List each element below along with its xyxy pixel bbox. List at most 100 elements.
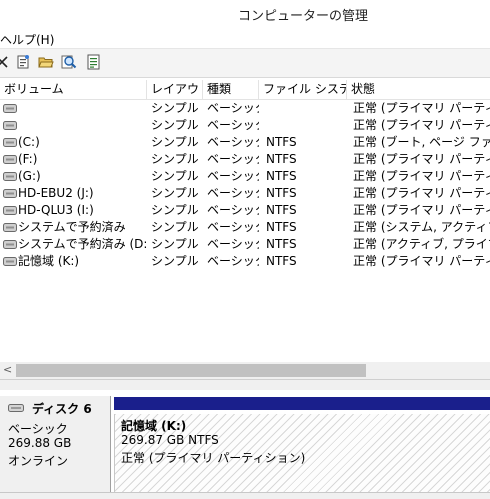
- cell-type: ベーシック: [207, 237, 259, 251]
- cell-volume: [18, 100, 146, 117]
- menu-help[interactable]: ヘルプ(H): [0, 31, 54, 48]
- toolbar: [0, 49, 490, 78]
- volume-icon: [3, 206, 17, 215]
- volume-icon: [3, 121, 17, 130]
- table-row[interactable]: システムで予約済み シンプルベーシック NTFS 正常 (システム, アクティブ, プ: [0, 219, 490, 236]
- open-folder-icon[interactable]: [38, 54, 54, 70]
- cell-volume: (G:): [18, 169, 41, 183]
- table-row[interactable]: シンプルベーシック 正常 (プライマリ パーティション: [0, 117, 490, 134]
- cell-filesystem: NTFS: [266, 186, 297, 200]
- table-row[interactable]: (G:) シンプルベーシック NTFS 正常 (プライマリ パーティション: [0, 168, 490, 185]
- volume-icon: [3, 138, 17, 147]
- column-header-type[interactable]: 種類: [203, 80, 259, 99]
- cell-layout: シンプル: [151, 101, 199, 115]
- export-list-icon[interactable]: [86, 54, 102, 70]
- cell-volume: HD-EBU2 (J:): [18, 186, 94, 200]
- cell-type: ベーシック: [207, 135, 259, 149]
- cell-status: 正常 (ブート, ページ ファイル: [353, 135, 490, 149]
- volume-icon: [3, 189, 17, 198]
- table-row[interactable]: 記憶域 (K:) シンプルベーシック NTFS 正常 (プライマリ パーティション: [0, 253, 490, 270]
- disk-kind: ベーシック: [8, 422, 68, 436]
- volume-icon: [3, 172, 17, 181]
- cell-type: ベーシック: [207, 186, 259, 200]
- horizontal-scrollbar[interactable]: <: [0, 362, 490, 379]
- cell-layout: シンプル: [151, 254, 199, 268]
- table-row[interactable]: (C:) シンプルベーシック NTFS 正常 (ブート, ページ ファイル: [0, 134, 490, 151]
- partition-header-bar: [114, 397, 490, 410]
- disk-info-panel[interactable]: ディスク 6 ベーシック 269.88 GB オンライン: [0, 396, 111, 498]
- cell-layout: シンプル: [151, 237, 199, 251]
- disk-name: ディスク 6: [32, 402, 92, 416]
- cell-filesystem: NTFS: [266, 169, 297, 183]
- cell-type: ベーシック: [207, 169, 259, 183]
- disk-map: ディスク 6 ベーシック 269.88 GB オンライン 記憶域 (K:) 26…: [0, 390, 490, 498]
- cell-layout: シンプル: [151, 220, 199, 234]
- scrollbar-thumb[interactable]: [16, 364, 366, 377]
- cell-type: ベーシック: [207, 220, 259, 234]
- table-header: ボリューム レイアウト 種類 ファイル システム 状態: [0, 80, 490, 100]
- table-row[interactable]: HD-QLU3 (I:) シンプルベーシック NTFS 正常 (プライマリ パーティシ…: [0, 202, 490, 219]
- column-header-status[interactable]: 状態: [347, 80, 490, 99]
- partition-size: 269.87 GB NTFS: [121, 433, 219, 447]
- cell-filesystem: NTFS: [266, 220, 297, 234]
- close-icon[interactable]: [0, 54, 10, 70]
- cell-filesystem: NTFS: [266, 254, 297, 268]
- cell-status: 正常 (プライマリ パーティション: [353, 254, 490, 268]
- volume-icon: [3, 257, 17, 266]
- disk-state: オンライン: [8, 454, 69, 468]
- cell-layout: シンプル: [151, 118, 199, 132]
- cell-layout: シンプル: [151, 203, 199, 217]
- search-icon[interactable]: [61, 54, 77, 70]
- cell-type: ベーシック: [207, 118, 259, 132]
- cell-volume: システムで予約済み: [18, 220, 126, 234]
- cell-layout: シンプル: [151, 152, 199, 166]
- cell-filesystem: NTFS: [266, 237, 297, 251]
- cell-layout: シンプル: [151, 169, 199, 183]
- cell-filesystem: [266, 117, 346, 134]
- cell-status: 正常 (プライマリ パーティション: [353, 169, 490, 183]
- scroll-left-arrow[interactable]: <: [3, 363, 12, 376]
- partition-status: 正常 (プライマリ パーティション): [121, 451, 306, 465]
- table-row[interactable]: HD-EBU2 (J:) シンプルベーシック NTFS 正常 (プライマリ パーティシ…: [0, 185, 490, 202]
- volume-list: ボリューム レイアウト 種類 ファイル システム 状態 シンプルベーシック正常 …: [0, 80, 490, 366]
- disk-size: 269.88 GB: [8, 436, 72, 450]
- cell-volume: (C:): [18, 135, 40, 149]
- partition-name: 記憶域 (K:): [121, 419, 187, 433]
- cell-type: ベーシック: [207, 152, 259, 166]
- window-title: コンピューターの管理: [238, 9, 369, 24]
- cell-volume: [18, 117, 146, 134]
- partition-block[interactable]: 記憶域 (K:) 269.87 GB NTFS 正常 (プライマリ パーティショ…: [114, 414, 490, 492]
- cell-layout: シンプル: [151, 186, 199, 200]
- cell-status: 正常 (システム, アクティブ, プ: [353, 220, 490, 234]
- cell-status: 正常 (プライマリ パーティション: [353, 152, 490, 166]
- cell-filesystem: [266, 100, 346, 117]
- cell-type: ベーシック: [207, 203, 259, 217]
- volume-icon: [3, 240, 17, 249]
- cell-volume: システムで予約済み (D:): [18, 237, 146, 251]
- cell-status: 正常 (プライマリ パーティション: [353, 186, 490, 200]
- cell-status: 正常 (プライマリ パーティション: [353, 101, 490, 115]
- cell-type: ベーシック: [207, 254, 259, 268]
- table-row[interactable]: システムで予約済み (D:) シンプルベーシック NTFS 正常 (アクティブ, プラ…: [0, 236, 490, 253]
- cell-volume: (F:): [18, 152, 38, 166]
- cell-layout: シンプル: [151, 135, 199, 149]
- disk-icon: [8, 402, 24, 412]
- volume-icon: [3, 223, 17, 232]
- cell-status: 正常 (プライマリ パーティション: [353, 203, 490, 217]
- cell-filesystem: NTFS: [266, 203, 297, 217]
- menu-bar: ヘルプ(H): [0, 28, 490, 49]
- column-header-volume[interactable]: ボリューム: [0, 80, 147, 99]
- cell-filesystem: NTFS: [266, 152, 297, 166]
- column-header-filesystem[interactable]: ファイル システム: [259, 80, 347, 99]
- table-row[interactable]: (F:) シンプルベーシック NTFS 正常 (プライマリ パーティション: [0, 151, 490, 168]
- cell-status: 正常 (アクティブ, プライマリ パ: [353, 237, 490, 251]
- table-row[interactable]: シンプルベーシック 正常 (プライマリ パーティション: [0, 100, 490, 117]
- volume-icon: [3, 104, 17, 113]
- column-header-layout[interactable]: レイアウト: [147, 80, 203, 99]
- cell-volume: 記憶域 (K:): [18, 254, 80, 268]
- title-bar: コンピューターの管理: [0, 0, 490, 28]
- cell-status: 正常 (プライマリ パーティション: [353, 118, 490, 132]
- properties-icon[interactable]: [15, 54, 31, 70]
- cell-volume: HD-QLU3 (I:): [18, 203, 94, 217]
- cell-type: ベーシック: [207, 101, 259, 115]
